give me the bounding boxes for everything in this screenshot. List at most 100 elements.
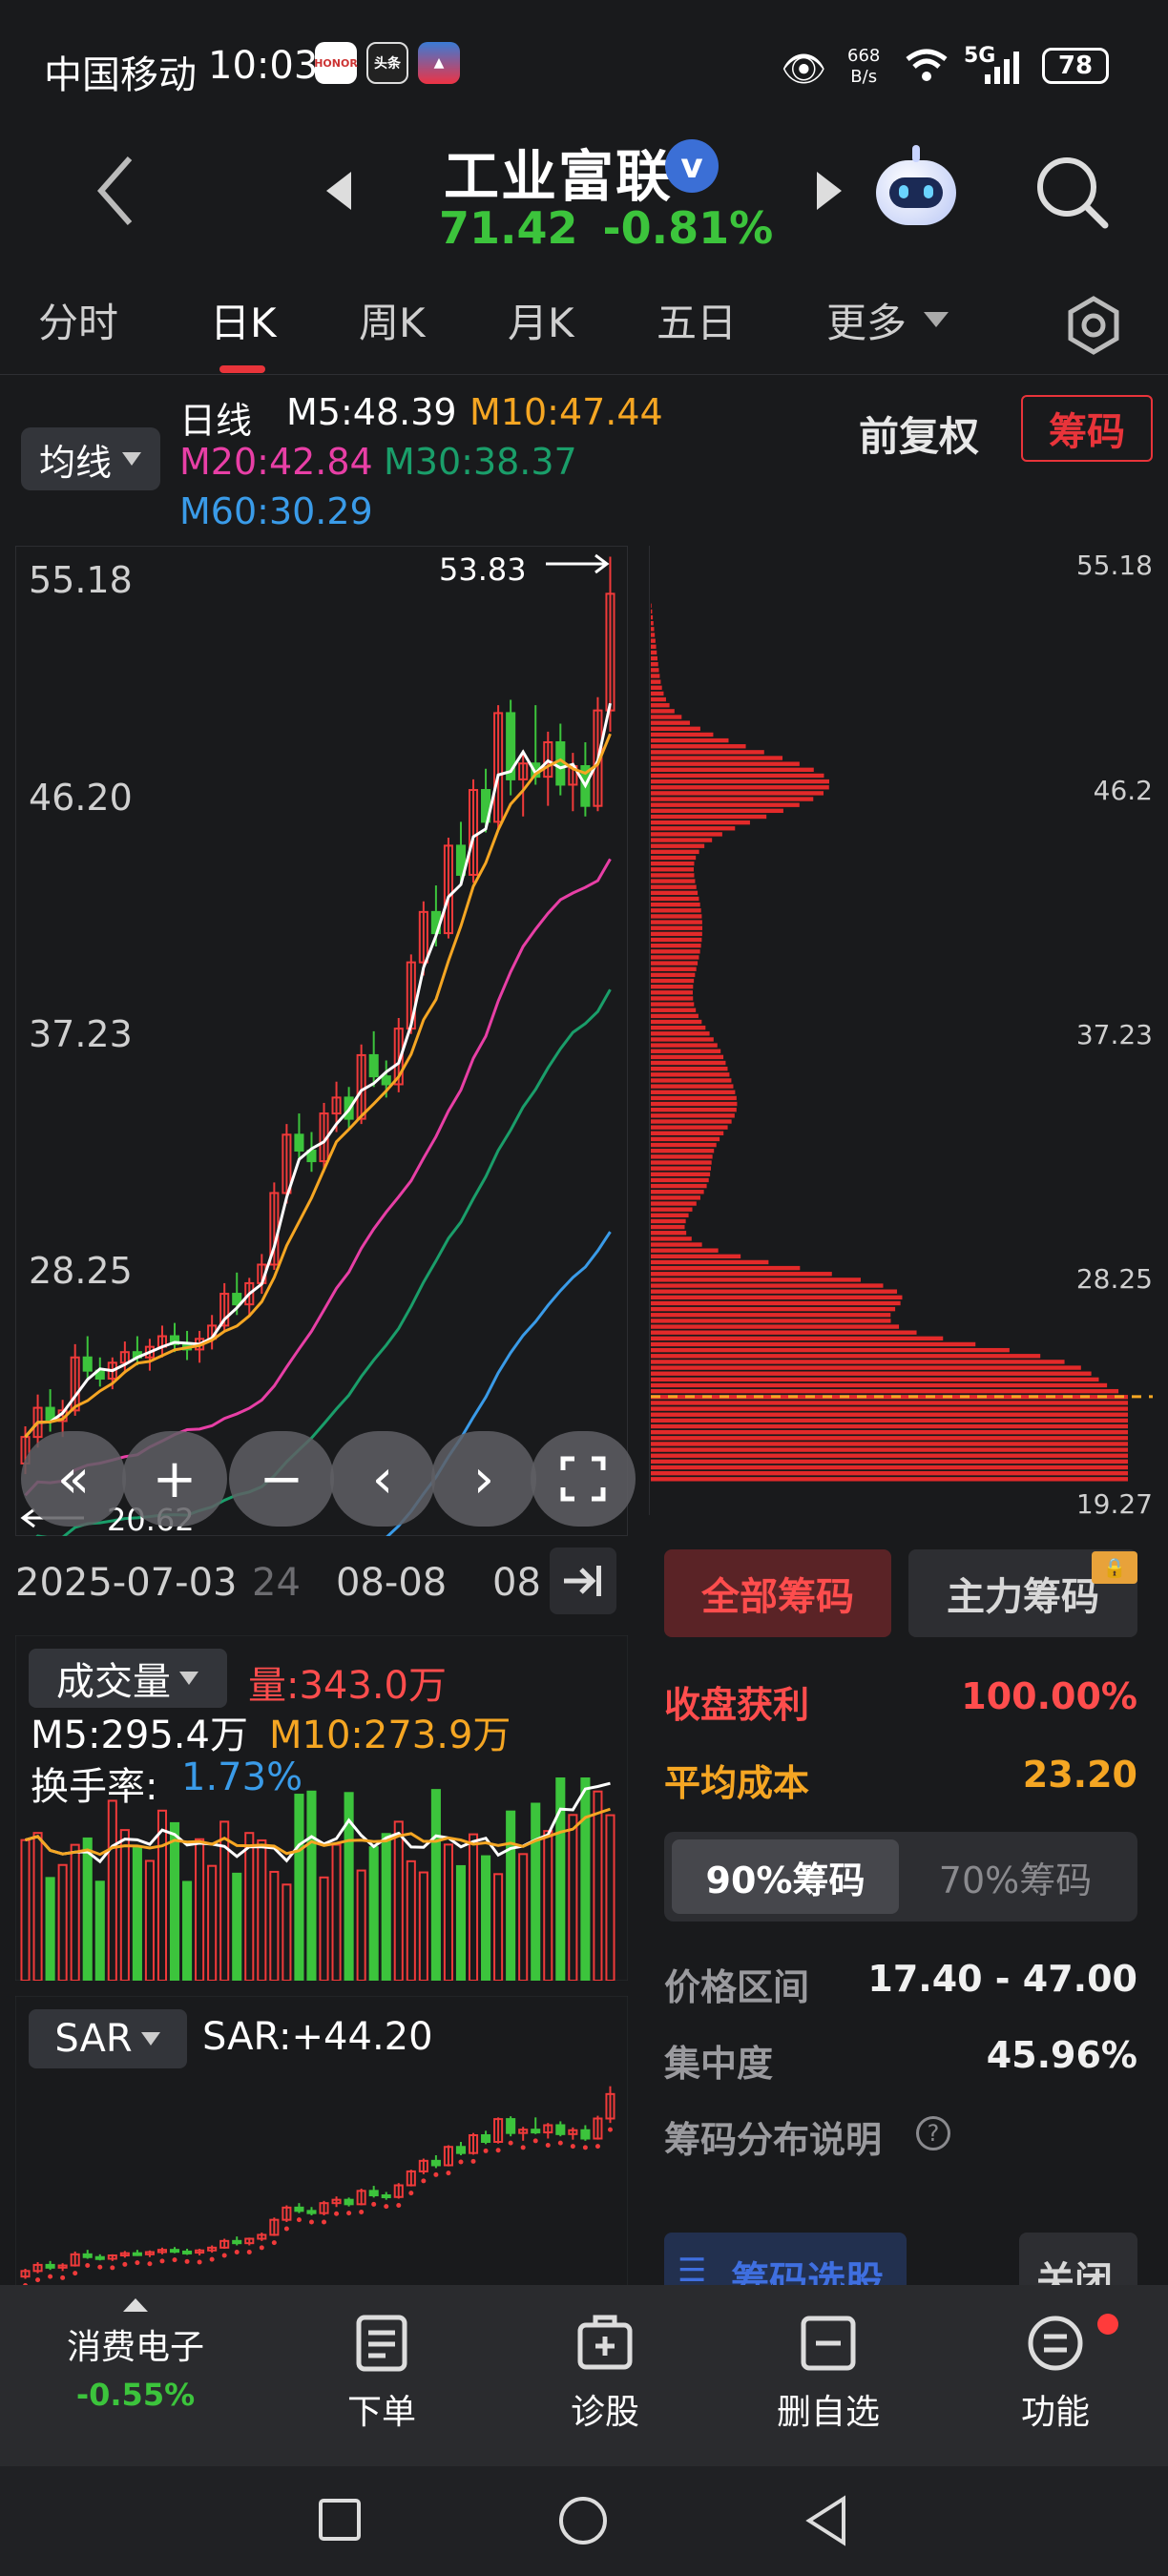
sar-dot bbox=[135, 2260, 140, 2266]
tab-more[interactable]: 更多 bbox=[826, 291, 907, 349]
sar-dot bbox=[607, 2127, 613, 2132]
avg-cost-value: 23.20 bbox=[1022, 1754, 1137, 1796]
sar-dot bbox=[122, 2261, 128, 2267]
prev-stock-icon[interactable] bbox=[324, 170, 353, 212]
sar-dot bbox=[483, 2148, 489, 2153]
diagnose-button[interactable]: 诊股 bbox=[529, 2314, 681, 2434]
volume-bar bbox=[381, 1833, 391, 1981]
candle-body bbox=[82, 1356, 93, 1372]
sar-value: SAR:+44.20 bbox=[202, 2015, 433, 2059]
tab-monthly-k[interactable]: 月K bbox=[508, 291, 574, 349]
chip-toggle-button[interactable]: 筹码 bbox=[1021, 395, 1153, 462]
jump-latest-button[interactable] bbox=[550, 1548, 616, 1614]
sar-dot bbox=[197, 2259, 202, 2265]
sar-candle-body bbox=[381, 2194, 391, 2198]
sar-dot bbox=[508, 2140, 513, 2146]
chip-ylabel: 46.2 bbox=[1093, 775, 1153, 806]
sar-dot bbox=[259, 2245, 264, 2251]
volume-bar bbox=[418, 1871, 428, 1981]
robot-assistant-icon[interactable] bbox=[870, 145, 962, 233]
settings-icon[interactable] bbox=[1063, 295, 1124, 356]
sar-candle-body bbox=[531, 2129, 541, 2134]
list-icon: ☰ bbox=[678, 2252, 707, 2290]
tab-intraday[interactable]: 分时 bbox=[38, 291, 118, 349]
sector-button[interactable]: 消费电子 -0.55% bbox=[59, 2296, 212, 2413]
sar-dot bbox=[246, 2250, 252, 2254]
volume-bar bbox=[518, 1853, 529, 1981]
all-chips-tab[interactable]: 全部筹码 bbox=[664, 1549, 891, 1637]
ma-selector[interactable]: 均线 bbox=[21, 427, 160, 490]
m10-line bbox=[24, 733, 612, 1439]
sar-dot bbox=[184, 2258, 190, 2264]
volume-bar bbox=[132, 1847, 142, 1981]
volume-selector[interactable]: 成交量 bbox=[29, 1649, 227, 1708]
carrier-label: 中国移动 bbox=[44, 53, 197, 97]
kline-chart[interactable] bbox=[15, 546, 628, 1536]
chip-axis: 55.18 46.2 37.23 28.25 19.27 bbox=[649, 546, 1153, 1520]
volume-bar bbox=[156, 1809, 168, 1981]
order-button[interactable]: 下单 bbox=[305, 2314, 458, 2434]
sar-candle-body bbox=[506, 2118, 516, 2134]
sar-dot bbox=[594, 2144, 600, 2150]
zoom-out-button[interactable]: − bbox=[229, 1431, 334, 1527]
active-tab-indicator bbox=[219, 365, 265, 373]
scroll-right-button[interactable]: › bbox=[431, 1431, 536, 1527]
price-quote: 71.42 -0.81% bbox=[439, 202, 773, 254]
sar-dot bbox=[384, 2204, 389, 2210]
sar-candle-body bbox=[169, 2249, 180, 2254]
volume-bar bbox=[20, 1839, 31, 1981]
fullscreen-button[interactable] bbox=[531, 1431, 636, 1527]
tab-five-day[interactable]: 五日 bbox=[657, 291, 737, 349]
home-icon[interactable] bbox=[557, 2495, 609, 2546]
close-chip-button[interactable]: 关闭 bbox=[1019, 2233, 1137, 2290]
volume-bar bbox=[506, 1810, 516, 1981]
sar-selector[interactable]: SAR bbox=[29, 2009, 187, 2068]
volume-bar bbox=[82, 1837, 93, 1981]
fullscreen-icon bbox=[560, 1456, 606, 1502]
chip-description-link[interactable]: 筹码分布说明 bbox=[664, 2110, 882, 2163]
ma5-value: M5:48.39 bbox=[286, 391, 457, 433]
jump-to-end-icon bbox=[564, 1566, 601, 1596]
sar-dot bbox=[172, 2257, 177, 2263]
remove-watchlist-button[interactable]: 删自选 bbox=[752, 2314, 905, 2434]
back-nav-icon[interactable] bbox=[803, 2495, 849, 2546]
date-axis[interactable]: 2025-07-03 24 08-08 08 bbox=[15, 1536, 628, 1622]
zoom-in-button[interactable]: + bbox=[122, 1431, 227, 1527]
next-stock-icon[interactable] bbox=[815, 170, 844, 212]
volume-bar bbox=[468, 1833, 479, 1981]
volume-bar bbox=[70, 1843, 80, 1981]
concentration-label: 集中度 bbox=[664, 2043, 774, 2085]
adjust-mode-label[interactable]: 前复权 bbox=[859, 405, 979, 463]
concentration-value: 45.96% bbox=[986, 2034, 1137, 2076]
sar-dot bbox=[359, 2210, 365, 2214]
net-speed: 668 B/s bbox=[847, 46, 881, 87]
search-icon[interactable] bbox=[1032, 153, 1113, 233]
chevron-down-icon bbox=[179, 1672, 198, 1685]
sar-dot bbox=[421, 2178, 427, 2184]
tab-weekly-k[interactable]: 周K bbox=[359, 291, 426, 349]
recent-apps-icon[interactable] bbox=[317, 2497, 363, 2543]
minus-icon: − bbox=[259, 1447, 304, 1510]
scroll-left-button[interactable]: ‹ bbox=[330, 1431, 435, 1527]
sar-dot bbox=[570, 2144, 575, 2150]
seg-70-button[interactable]: 70%筹码 bbox=[901, 1839, 1130, 1914]
sector-name: 消费电子 bbox=[66, 2328, 204, 2367]
help-icon[interactable]: ? bbox=[916, 2116, 950, 2150]
sar-dot bbox=[159, 2258, 165, 2264]
volume-bar bbox=[257, 1839, 267, 1981]
sar-candle-body bbox=[306, 2210, 317, 2214]
volume-bar bbox=[393, 1820, 404, 1981]
sar-candle-body bbox=[481, 2134, 491, 2143]
scroll-left-fast-button[interactable]: « bbox=[21, 1431, 126, 1527]
seg-90-button[interactable]: 90%筹码 bbox=[672, 1839, 899, 1914]
sar-candle-body bbox=[344, 2198, 354, 2206]
sar-dot bbox=[110, 2265, 115, 2271]
back-icon[interactable] bbox=[92, 153, 139, 229]
volume-bar bbox=[531, 1802, 541, 1981]
tab-daily-k[interactable]: 日K bbox=[210, 291, 277, 349]
chip-select-button[interactable]: ☰ 筹码选股 bbox=[664, 2233, 907, 2290]
volume-bar bbox=[368, 1846, 379, 1981]
stock-name: 工业富联 bbox=[444, 144, 674, 209]
sar-dot bbox=[545, 2143, 551, 2148]
signal-icon bbox=[985, 52, 1019, 84]
